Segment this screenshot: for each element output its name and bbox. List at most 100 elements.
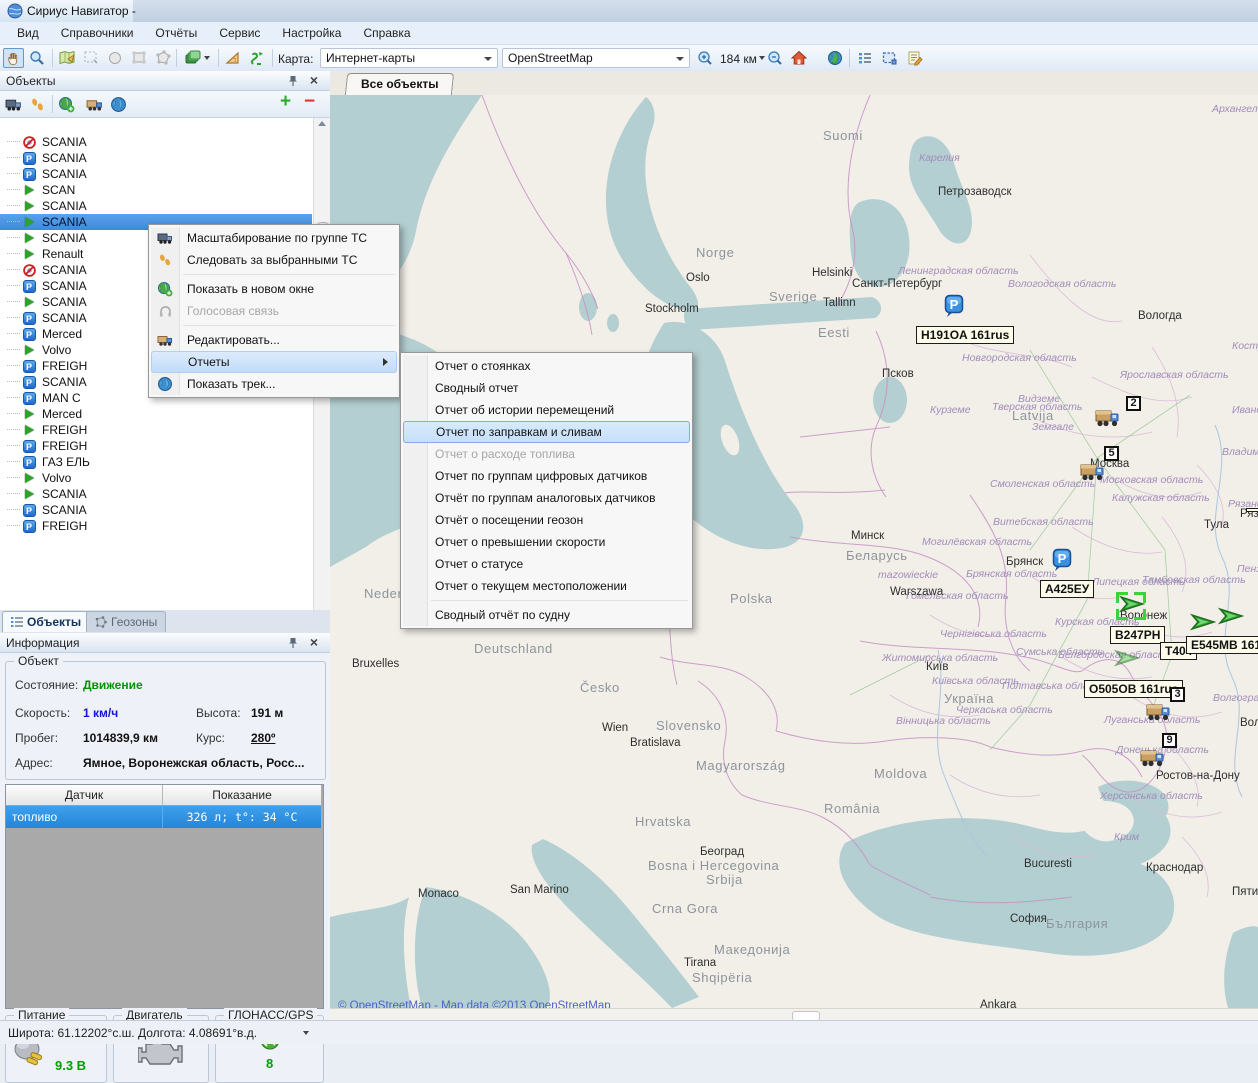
report-отчет-по-группам-цифровых-датчиков[interactable]: Отчет по группам цифровых датчиков <box>403 465 690 487</box>
map-provider-combobox[interactable]: OpenStreetMap <box>502 48 690 68</box>
map-type-combobox[interactable]: Интернет-карты <box>320 48 498 68</box>
sensor-row-value[interactable]: 326 л; t°: 34 °C <box>162 806 321 828</box>
moving-arrow-icon <box>25 473 34 483</box>
coordinates-value: Широта: 61.12202°с.ш. Долгота: 4.08691°в… <box>8 1026 257 1040</box>
vehicle-marker-arrow[interactable] <box>1114 648 1140 668</box>
new-window-button[interactable] <box>56 94 77 114</box>
vehicle-marker-truck[interactable] <box>1095 406 1121 428</box>
vehicle-plate-label[interactable]: H191OA 161rus <box>916 326 1014 344</box>
pin-icon[interactable] <box>288 637 298 649</box>
vehicle-marker-truck[interactable] <box>1146 700 1172 722</box>
vehicle-edit-button[interactable] <box>84 94 105 114</box>
tree-item-freigh[interactable]: PFREIGH <box>0 438 312 454</box>
layers-dropdown-arrow[interactable] <box>204 56 210 60</box>
vehicle-marker-arrow[interactable] <box>1190 612 1216 632</box>
menu-Справочники[interactable]: Справочники <box>50 23 145 43</box>
tree-item-scania[interactable]: PSCANIA <box>0 502 312 518</box>
map-scale-value[interactable]: 184 км <box>720 52 757 66</box>
report-сводный-отчёт-по-судну[interactable]: Сводный отчёт по судну <box>403 604 690 626</box>
selection-area-button[interactable] <box>878 48 899 68</box>
menu-Вид[interactable]: Вид <box>6 23 50 43</box>
route-tool-button[interactable] <box>246 48 267 68</box>
tree-item-газ-ель[interactable]: PГАЗ ЕЛЬ <box>0 454 312 470</box>
vehicle-plate-label[interactable] <box>1246 508 1258 512</box>
legend-list-button[interactable] <box>854 48 875 68</box>
ctx-показать-трек-[interactable]: Показать трек... <box>151 373 397 395</box>
menu-Настройка[interactable]: Настройка <box>271 23 352 43</box>
tree-item-scania[interactable]: PSCANIA <box>0 150 312 166</box>
tree-item-scania[interactable]: SCANIA <box>0 134 312 150</box>
menu-Сервис[interactable]: Сервис <box>208 23 271 43</box>
statusbar-dropdown-arrow[interactable] <box>303 1031 309 1035</box>
tree-item-scania[interactable]: SCANIA <box>0 198 312 214</box>
tab-geozones[interactable]: Геозоны <box>86 611 166 632</box>
vehicle-context-menu: Масштабирование по группе ТССледовать за… <box>148 224 400 398</box>
report-отчет-о-стоянках[interactable]: Отчет о стоянках <box>403 355 690 377</box>
home-view-button[interactable] <box>788 48 809 68</box>
cluster-badge[interactable]: 2 <box>1126 396 1141 411</box>
tree-item-scania[interactable]: PSCANIA <box>0 166 312 182</box>
moving-arrow-icon <box>25 233 34 243</box>
tree-item-scan[interactable]: SCAN <box>0 182 312 198</box>
report-отчёт-о-посещении-геозон[interactable]: Отчёт о посещении геозон <box>403 509 690 531</box>
report-отчет-о-статусе[interactable]: Отчет о статусе <box>403 553 690 575</box>
report-отчет-о-текущем-местоположении[interactable]: Отчет о текущем местоположении <box>403 575 690 597</box>
ctx-отчеты[interactable]: Отчеты <box>151 351 397 373</box>
parked-icon: P <box>23 312 36 325</box>
value-column-header: Показание <box>162 785 321 806</box>
vehicle-plate-label[interactable]: E545MB 161r <box>1186 636 1258 654</box>
follow-button[interactable] <box>27 94 48 114</box>
tree-item-scania[interactable]: SCANIA <box>0 486 312 502</box>
close-panel-icon[interactable]: × <box>310 634 318 650</box>
menu-Справка[interactable]: Справка <box>352 23 421 43</box>
cluster-badge[interactable]: 5 <box>1104 446 1119 461</box>
zoom-in-button[interactable] <box>694 48 715 68</box>
pin-icon[interactable] <box>288 75 298 87</box>
parked-icon: P <box>23 520 36 533</box>
add-object-button[interactable]: + <box>280 90 291 114</box>
vehicle-plate-label[interactable]: B247PH <box>1110 626 1165 644</box>
vehicle-marker-truck[interactable] <box>1080 460 1106 482</box>
globe-view-button[interactable] <box>824 48 845 68</box>
truck-group-button[interactable] <box>3 94 24 114</box>
tree-item-freigh[interactable]: FREIGH <box>0 422 312 438</box>
cluster-badge[interactable]: 9 <box>1162 733 1177 748</box>
tree-item-volvo[interactable]: Volvo <box>0 470 312 486</box>
close-panel-icon[interactable]: × <box>310 72 318 88</box>
vehicle-marker-parked[interactable]: P <box>944 294 964 318</box>
vehicle-plate-label[interactable]: O505OB 161rus <box>1084 680 1183 698</box>
ctx-показать-в-новом-окне[interactable]: Показать в новом окне <box>151 278 397 300</box>
report-отчет-по-заправкам-и-сливам[interactable]: Отчет по заправкам и сливам <box>403 421 690 443</box>
vehicle-marker-truck[interactable] <box>1140 746 1166 768</box>
zoom-out-button[interactable] <box>764 48 785 68</box>
map-tab-strip: Все объекты <box>330 71 1258 96</box>
report-отчет-о-превышении-скорости[interactable]: Отчет о превышении скорости <box>403 531 690 553</box>
ctx-масштабирование-по-группе-тс[interactable]: Масштабирование по группе ТС <box>151 227 397 249</box>
report-сводный-отчет[interactable]: Сводный отчет <box>403 377 690 399</box>
vehicle-plate-label[interactable]: A425EУ <box>1040 580 1094 598</box>
sensor-row-name[interactable]: топливо <box>6 806 162 828</box>
moving-arrow-icon <box>25 217 34 227</box>
tab-objects[interactable]: Объекты <box>2 611 90 632</box>
vehicle-marker-arrow[interactable] <box>1218 606 1244 626</box>
ctx-редактировать-[interactable]: Редактировать... <box>151 329 397 351</box>
show-on-map-button[interactable] <box>108 94 129 114</box>
map-select-tool-button[interactable] <box>56 48 77 68</box>
tree-item-freigh[interactable]: PFREIGH <box>0 518 312 534</box>
parked-icon: P <box>23 392 36 405</box>
remove-object-button[interactable]: − <box>304 90 315 114</box>
ctx-следовать-за-выбранными-тс[interactable]: Следовать за выбранными ТС <box>151 249 397 271</box>
pan-tool-button[interactable] <box>3 48 24 68</box>
report-отчёт-по-группам-аналоговых-датчиков[interactable]: Отчёт по группам аналоговых датчиков <box>403 487 690 509</box>
edit-notes-button[interactable] <box>904 48 925 68</box>
vehicle-marker-parked[interactable]: P <box>1052 548 1072 572</box>
map-tab-all-objects[interactable]: Все объекты <box>345 73 455 95</box>
report-отчет-об-истории-перемещений[interactable]: Отчет об истории перемещений <box>403 399 690 421</box>
measure-tool-button[interactable] <box>222 48 243 68</box>
zoom-tool-button[interactable] <box>26 48 47 68</box>
layers-button[interactable] <box>180 48 214 68</box>
menu-Отчёты[interactable]: Отчёты <box>144 23 208 43</box>
tree-item-merced[interactable]: Merced <box>0 406 312 422</box>
selected-vehicle-marker[interactable] <box>1116 592 1146 620</box>
cluster-badge[interactable]: 3 <box>1170 687 1185 702</box>
